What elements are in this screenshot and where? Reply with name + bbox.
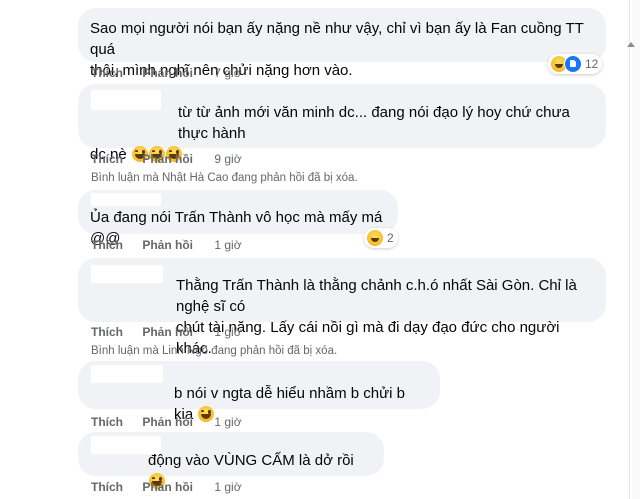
- comment-actions: Thích Phản hồi 1 giờ: [91, 414, 242, 430]
- panel-edge: [629, 0, 630, 499]
- like-button[interactable]: Thích: [91, 480, 123, 494]
- reaction-summary[interactable]: 2: [364, 228, 398, 248]
- like-button[interactable]: Thích: [91, 66, 123, 80]
- comment-timestamp[interactable]: 1 giờ: [214, 480, 241, 494]
- comment-actions: Thích Phản hồi 1 giờ: [91, 479, 242, 495]
- comment-text-line: Thằng Trấn Thành là thằng chảnh c.h.ó nh…: [176, 277, 577, 315]
- like-button[interactable]: Thích: [91, 415, 123, 429]
- reply-button[interactable]: Phản hồi: [142, 152, 193, 166]
- redacted-author-name: [91, 265, 163, 283]
- reply-button[interactable]: Phản hồi: [142, 66, 193, 80]
- reaction-summary[interactable]: 12: [548, 54, 603, 74]
- reaction-count: 2: [387, 231, 394, 245]
- comment-timestamp[interactable]: 1 giờ: [214, 415, 241, 429]
- reply-button[interactable]: Phản hồi: [142, 325, 193, 339]
- comment-actions: Thích Phản hồi 1 giờ: [91, 237, 242, 253]
- comment-actions: Thích Phản hồi 1 giờ: [91, 324, 242, 340]
- redacted-author-name: [91, 90, 161, 110]
- deleted-comment-note: Bình luận mà Linh Ngô đang phản hồi đã b…: [91, 345, 338, 357]
- like-reaction-icon: [564, 55, 582, 73]
- comment-text-line: Sao mọi người nói bạn ấy nặng nề như vậy…: [90, 20, 584, 58]
- comment-timestamp[interactable]: 9 giờ: [214, 152, 241, 166]
- reply-button[interactable]: Phản hồi: [142, 480, 193, 494]
- scrollbar[interactable]: [632, 0, 640, 499]
- comment-timestamp[interactable]: 1 giờ: [214, 325, 241, 339]
- comment-timestamp[interactable]: 7 giờ: [214, 66, 241, 80]
- redacted-author-name: [91, 193, 161, 206]
- comment-text-line: từ từ ảnh mới văn minh dc... đang nói đạ…: [178, 104, 570, 142]
- comment-actions: Thích Phản hồi 9 giờ: [91, 151, 242, 167]
- like-button[interactable]: Thích: [91, 325, 123, 339]
- redacted-author-name: [91, 365, 163, 383]
- reply-button[interactable]: Phản hồi: [142, 238, 193, 252]
- like-button[interactable]: Thích: [91, 152, 123, 166]
- scroll-up-arrow-icon[interactable]: [627, 42, 635, 47]
- comment-bubble: Sao mọi người nói bạn ấy nặng nề như vậy…: [78, 8, 606, 79]
- redacted-author-name: [91, 436, 161, 454]
- comment-timestamp[interactable]: 1 giờ: [214, 238, 241, 252]
- reply-button[interactable]: Phản hồi: [142, 415, 193, 429]
- like-button[interactable]: Thích: [91, 238, 123, 252]
- comment-actions: Thích Phản hồi 7 giờ: [91, 65, 242, 81]
- haha-reaction-icon: [366, 229, 384, 247]
- deleted-comment-note: Bình luận mà Nhật Hà Cao đang phản hồi đ…: [91, 172, 358, 184]
- reaction-count: 12: [585, 57, 599, 71]
